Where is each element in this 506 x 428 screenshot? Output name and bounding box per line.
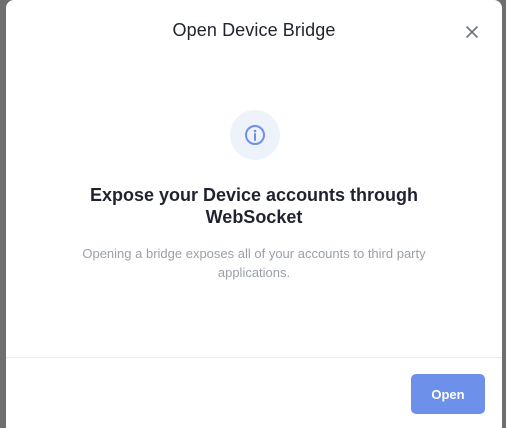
- dialog-header: Open Device Bridge: [6, 0, 502, 64]
- dialog-description: Opening a bridge exposes all of your acc…: [82, 246, 426, 280]
- dialog-body: Expose your Device accounts through WebS…: [6, 64, 502, 358]
- open-device-bridge-dialog: Open Device Bridge Expose your Device ac…: [6, 0, 502, 428]
- close-icon: [466, 26, 478, 38]
- dialog-heading: Expose your Device accounts through WebS…: [89, 185, 419, 227]
- open-button[interactable]: Open: [411, 374, 485, 414]
- dialog-footer: Open: [6, 358, 502, 428]
- info-circle-icon: [245, 125, 265, 145]
- dialog-title: Open Device Bridge: [172, 20, 336, 40]
- close-button[interactable]: [462, 22, 482, 42]
- info-icon-badge: [230, 110, 280, 160]
